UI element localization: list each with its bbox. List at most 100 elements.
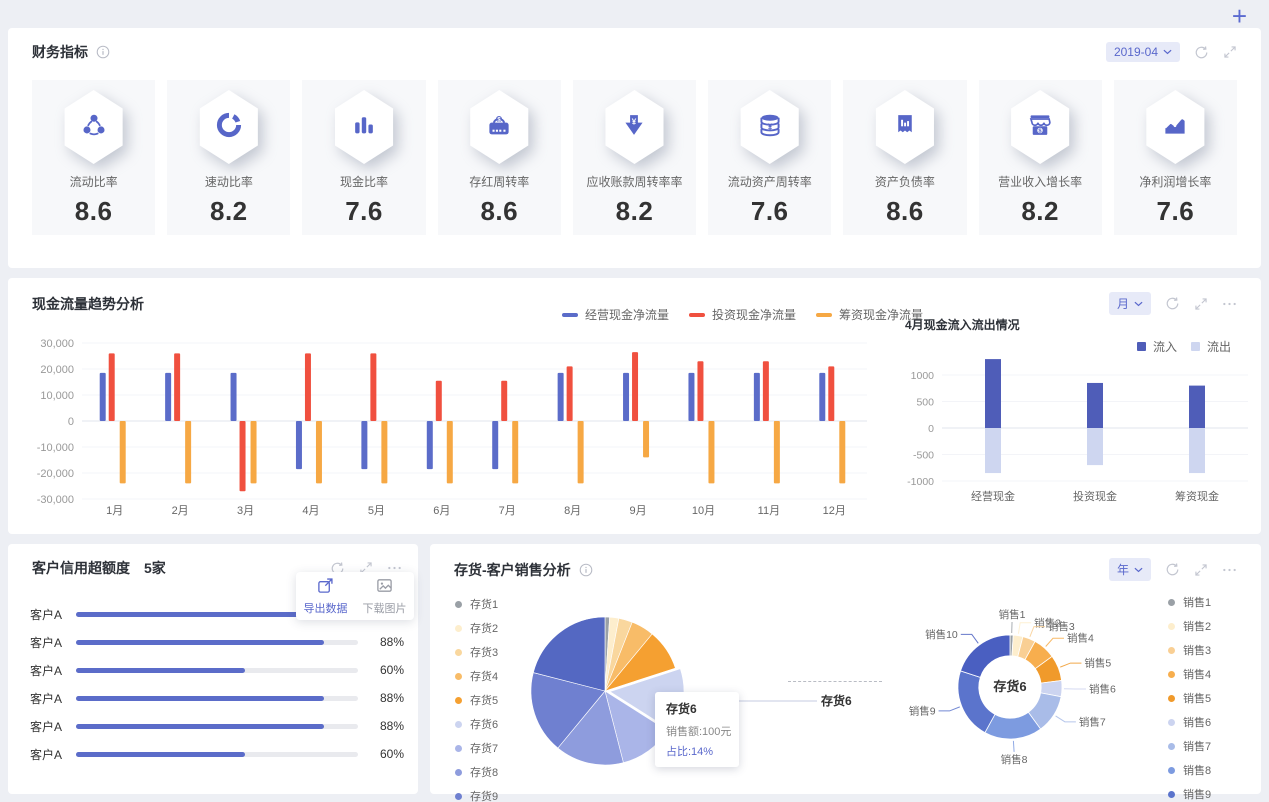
inventory-legend: 存货1存货2存货3存货4存货5存货6存货7存货8存货9存货10 bbox=[455, 596, 504, 802]
svg-text:9月: 9月 bbox=[629, 505, 646, 517]
credit-bar-fill bbox=[76, 639, 325, 645]
sales-legend: 销售1销售2销售3销售4销售5销售6销售7销售8销售9销售10 bbox=[1168, 594, 1217, 802]
share-nodes-icon bbox=[81, 112, 107, 143]
kpi-label: 净利润增长率 bbox=[1139, 175, 1212, 189]
legend-item[interactable]: 存货8 bbox=[455, 764, 504, 780]
refresh-icon[interactable] bbox=[1194, 45, 1209, 60]
credit-row-percent: 88% bbox=[379, 719, 404, 733]
legend-item[interactable]: 销售1 bbox=[1168, 594, 1217, 610]
info-icon[interactable] bbox=[579, 563, 593, 577]
svg-text:8月: 8月 bbox=[564, 505, 581, 517]
receipt-icon bbox=[892, 112, 918, 143]
donut-slice-label: 销售1 bbox=[999, 608, 1026, 621]
legend-item[interactable]: 销售2 bbox=[1168, 618, 1217, 634]
credit-row: 客户A 88% bbox=[30, 684, 404, 712]
more-icon[interactable] bbox=[1222, 297, 1237, 311]
bar-经营现金净流量-5月 bbox=[361, 421, 368, 470]
sales-panel-title: 存货-客户销售分析 bbox=[454, 561, 571, 578]
kpi-value: 7.6 bbox=[345, 196, 383, 226]
pie-callout-label: 存货6 bbox=[820, 693, 852, 708]
svg-text:20,000: 20,000 bbox=[40, 364, 74, 376]
svg-text:10月: 10月 bbox=[692, 505, 715, 517]
more-icon[interactable] bbox=[1222, 563, 1237, 577]
legend-item[interactable]: 存货6 bbox=[455, 716, 504, 732]
legend-swatch bbox=[455, 600, 462, 608]
legend-label: 存货8 bbox=[470, 767, 499, 779]
legend-swatch bbox=[455, 720, 462, 728]
kpi-card-8: $ 营业收入增长率 8.2 bbox=[978, 80, 1102, 235]
expand-icon[interactable] bbox=[1194, 563, 1208, 577]
credit-row-percent: 60% bbox=[379, 747, 404, 761]
legend-swatch bbox=[455, 696, 462, 704]
credit-row-label: 客户A bbox=[30, 691, 63, 706]
legend-item[interactable]: 存货2 bbox=[455, 620, 504, 636]
menu-item-image[interactable]: 下载图片 bbox=[363, 577, 407, 616]
svg-text:10,000: 10,000 bbox=[40, 390, 74, 402]
add-widget-button[interactable]: + bbox=[1232, 2, 1247, 30]
legend-item[interactable]: 销售4 bbox=[1168, 666, 1217, 682]
kpi-card-3: 现金比率 7.6 bbox=[302, 80, 426, 235]
legend-swatch bbox=[455, 768, 462, 776]
legend-item[interactable]: 销售6 bbox=[1168, 714, 1217, 730]
legend-swatch bbox=[1168, 622, 1175, 630]
bar-投资现金净流量-9月 bbox=[632, 352, 639, 421]
bar-经营现金净流量-4月 bbox=[295, 421, 302, 470]
period-value: 2019-04 bbox=[1113, 45, 1158, 59]
kpi-label: 流动资产周转率 bbox=[727, 175, 812, 189]
granularity-dropdown[interactable]: 月 bbox=[1108, 292, 1151, 315]
kpi-value: 8.2 bbox=[615, 196, 654, 226]
legend-item[interactable]: 存货1 bbox=[455, 596, 504, 612]
legend-item[interactable]: 销售9 bbox=[1168, 786, 1217, 802]
svg-text:筹资现金: 筹资现金 bbox=[1175, 489, 1219, 503]
menu-item-export[interactable]: 导出数据 bbox=[304, 577, 348, 616]
bar-筹资现金净流量-6月 bbox=[446, 421, 453, 484]
arrow-down-yuan-icon: ¥ bbox=[621, 112, 647, 143]
april-inout-chart: 1000 500 0 -500 -1000 经营现金 投资现金 筹资现金 bbox=[907, 359, 1248, 503]
kpi-card-7: 资产负债率 8.6 bbox=[843, 80, 967, 235]
legend-swatch bbox=[1168, 790, 1175, 798]
svg-text:4月: 4月 bbox=[302, 505, 319, 517]
credit-row-percent: 88% bbox=[379, 635, 404, 649]
kpi-label: 存红周转率 bbox=[469, 175, 530, 189]
expand-icon[interactable] bbox=[1223, 45, 1237, 59]
legend-item[interactable]: 存货4 bbox=[455, 668, 504, 684]
bar-经营现金净流量-1月 bbox=[99, 372, 106, 421]
inventory-sales-panel: 存货-客户销售分析 年 存货1 存货2 存货3 存货4 存货5 存货6 存货7 存货8 存货9 存… bbox=[430, 544, 1261, 802]
donut-slice-销售9 bbox=[957, 670, 996, 734]
svg-text:¥: ¥ bbox=[632, 117, 637, 126]
bar-经营现金净流量-8月 bbox=[557, 372, 564, 421]
svg-text:500: 500 bbox=[916, 397, 934, 409]
legend-item[interactable]: 销售8 bbox=[1168, 762, 1217, 778]
credit-bar-track bbox=[76, 723, 358, 729]
legend-item[interactable]: 存货9 bbox=[455, 788, 504, 802]
expand-icon[interactable] bbox=[1194, 297, 1208, 311]
ring-chart-icon bbox=[216, 112, 242, 143]
bar-经营现金净流量-10月 bbox=[688, 372, 695, 421]
finance-indicators-panel: 财务指标 2019-04 流动比率 8.6 速动比率 8.2 现金比率 7.6 $ 存红周转率… bbox=[8, 28, 1261, 268]
period-dropdown[interactable]: 2019-04 bbox=[1105, 42, 1180, 62]
bar-筹资现金净流量-4月 bbox=[315, 421, 322, 484]
kpi-card-row: 流动比率 8.6 速动比率 8.2 现金比率 7.6 $ 存红周转率 8.6 ¥ 应收账款周转率率 8… bbox=[32, 80, 1237, 235]
svg-text:¥: ¥ bbox=[767, 121, 772, 131]
legend-item[interactable]: 销售5 bbox=[1168, 690, 1217, 706]
legend-item[interactable]: 存货7 bbox=[455, 740, 504, 756]
legend-swatch bbox=[455, 648, 462, 656]
svg-text:0: 0 bbox=[928, 423, 934, 435]
credit-bar-list: 客户A88%客户A88%客户A60%客户A88%客户A88%客户A60% bbox=[30, 600, 404, 768]
credit-bar-fill bbox=[76, 723, 325, 729]
legend-item[interactable]: 销售3 bbox=[1168, 642, 1217, 658]
donut-slice-销售10 bbox=[960, 634, 1011, 678]
kpi-label: 营业收入增长率 bbox=[998, 175, 1083, 189]
svg-text:30,000: 30,000 bbox=[40, 338, 74, 350]
info-icon[interactable] bbox=[96, 45, 110, 59]
legend-item[interactable]: 销售7 bbox=[1168, 738, 1217, 754]
legend-item[interactable]: 存货5 bbox=[455, 692, 504, 708]
refresh-icon[interactable] bbox=[1165, 562, 1180, 577]
kpi-label: 资产负债率 bbox=[874, 175, 935, 189]
refresh-icon[interactable] bbox=[1165, 296, 1180, 311]
legend-label: 存货7 bbox=[470, 743, 499, 755]
year-dropdown[interactable]: 年 bbox=[1108, 558, 1151, 581]
legend-item[interactable]: 存货3 bbox=[455, 644, 504, 660]
svg-text:7月: 7月 bbox=[499, 505, 516, 517]
legend-swatch bbox=[1168, 718, 1175, 726]
